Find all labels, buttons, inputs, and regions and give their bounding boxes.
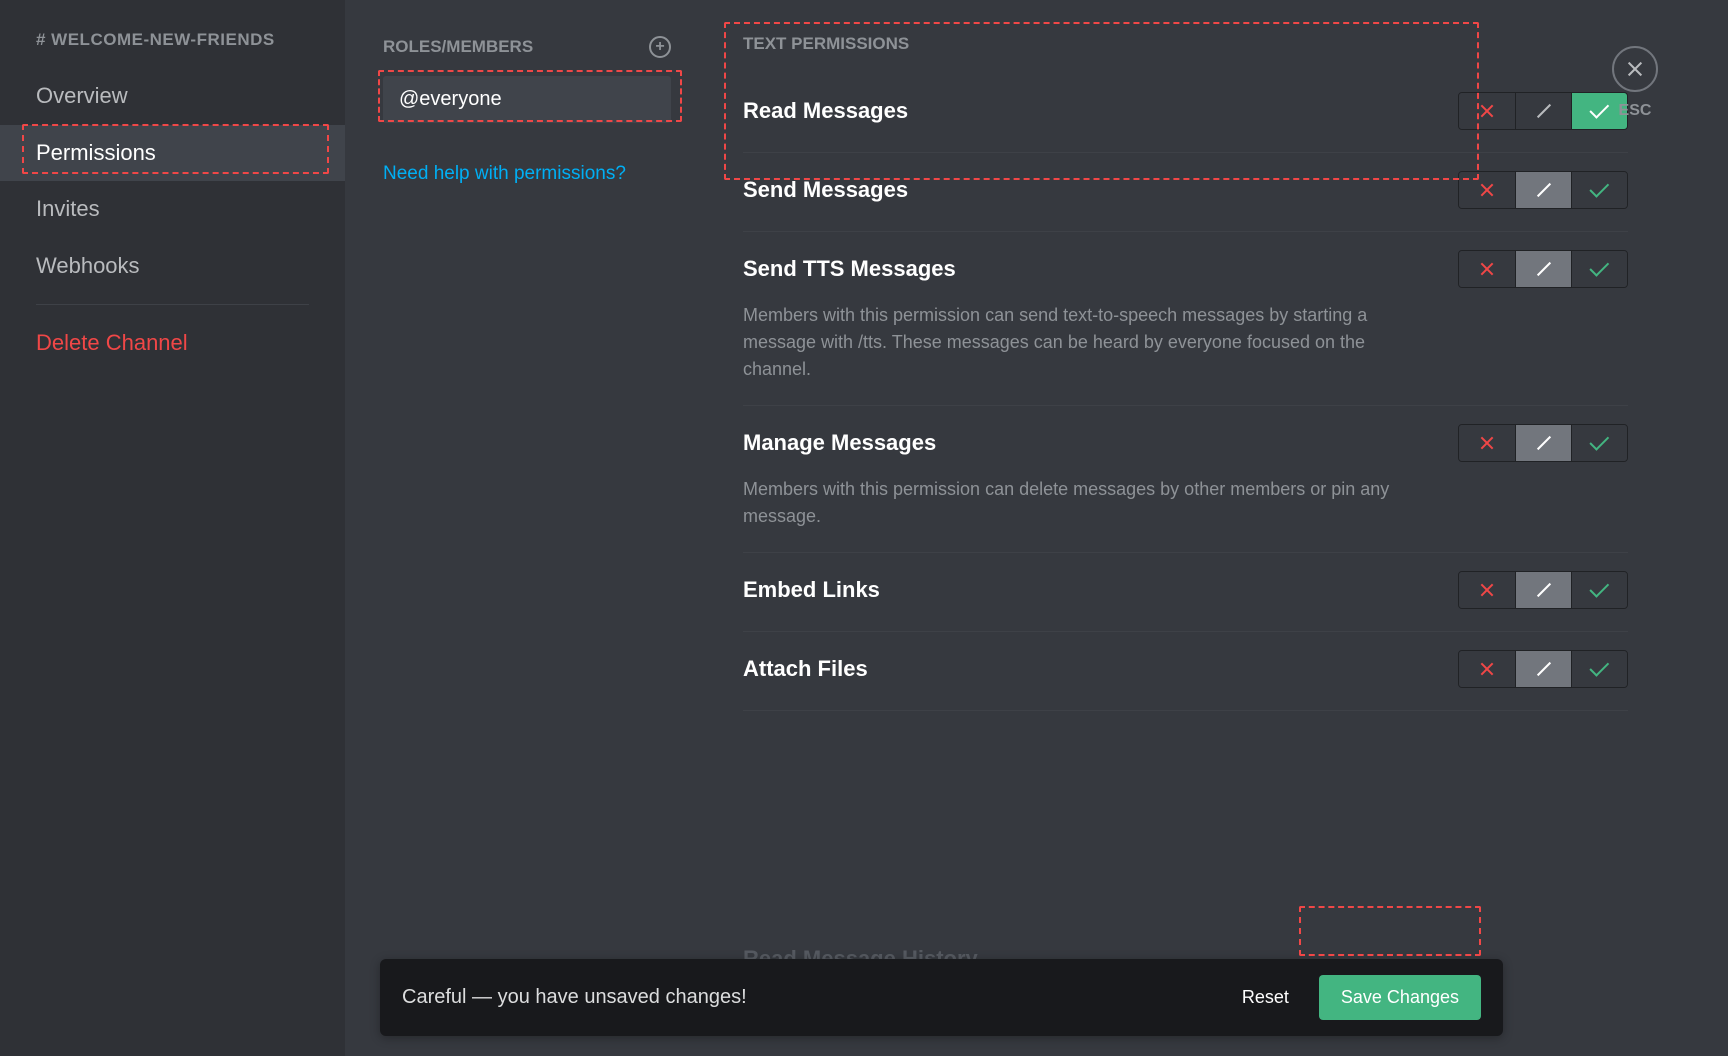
reset-button[interactable]: Reset: [1242, 987, 1289, 1008]
x-icon: [1479, 661, 1495, 677]
slash-icon: [1536, 436, 1550, 450]
permissions-help-link[interactable]: Need help with permissions?: [383, 163, 671, 185]
x-icon: [1479, 582, 1495, 598]
check-icon: [1589, 431, 1609, 451]
permission-row-read-messages: Read Messages: [743, 74, 1628, 153]
permissions-panel: TEXT PERMISSIONS Read Messages Send Mess…: [695, 0, 1728, 1056]
permission-toggle: [1458, 650, 1628, 688]
allow-button[interactable]: [1571, 172, 1627, 208]
permission-row-attach-files: Attach Files: [743, 632, 1628, 711]
neutral-button[interactable]: [1515, 93, 1571, 129]
sidebar-item-overview[interactable]: Overview: [0, 68, 345, 125]
neutral-button[interactable]: [1515, 251, 1571, 287]
slash-icon: [1536, 183, 1550, 197]
unsaved-message: Careful — you have unsaved changes!: [402, 986, 747, 1009]
slash-icon: [1536, 583, 1550, 597]
close-icon: [1625, 59, 1645, 79]
roles-header-label: ROLES/MEMBERS: [383, 37, 533, 57]
permission-row-send-tts: Send TTS Messages Members with this perm…: [743, 232, 1628, 406]
permission-toggle: [1458, 424, 1628, 462]
settings-sidebar: # WELCOME-NEW-FRIENDS Overview Permissio…: [0, 0, 345, 1056]
check-icon: [1589, 99, 1609, 119]
save-changes-button[interactable]: Save Changes: [1319, 975, 1481, 1020]
slash-icon: [1536, 104, 1550, 118]
neutral-button[interactable]: [1515, 572, 1571, 608]
x-icon: [1479, 182, 1495, 198]
permission-title: Manage Messages: [743, 430, 936, 456]
add-role-icon[interactable]: +: [649, 36, 671, 58]
permission-description: Members with this permission can send te…: [743, 302, 1423, 383]
permission-toggle: [1458, 250, 1628, 288]
permission-title: Read Messages: [743, 98, 908, 124]
text-permissions-header: TEXT PERMISSIONS: [743, 34, 1628, 54]
roles-column: ROLES/MEMBERS + @everyone Need help with…: [345, 0, 695, 1056]
sidebar-item-webhooks[interactable]: Webhooks: [0, 238, 345, 295]
neutral-button[interactable]: [1515, 172, 1571, 208]
neutral-button[interactable]: [1515, 425, 1571, 461]
permission-title: Send Messages: [743, 177, 908, 203]
sidebar-item-permissions[interactable]: Permissions: [0, 125, 345, 182]
close-settings: ESC: [1612, 46, 1658, 120]
deny-button[interactable]: [1459, 572, 1515, 608]
allow-button[interactable]: [1571, 651, 1627, 687]
x-icon: [1479, 435, 1495, 451]
deny-button[interactable]: [1459, 651, 1515, 687]
channel-name-header: # WELCOME-NEW-FRIENDS: [0, 30, 345, 68]
neutral-button[interactable]: [1515, 651, 1571, 687]
x-icon: [1479, 103, 1495, 119]
permission-description: Members with this permission can delete …: [743, 476, 1423, 530]
deny-button[interactable]: [1459, 172, 1515, 208]
permission-title: Embed Links: [743, 577, 880, 603]
close-button[interactable]: [1612, 46, 1658, 92]
sidebar-item-invites[interactable]: Invites: [0, 181, 345, 238]
slash-icon: [1536, 262, 1550, 276]
permission-title: Send TTS Messages: [743, 256, 956, 282]
roles-header: ROLES/MEMBERS +: [383, 36, 671, 58]
permission-title: Attach Files: [743, 656, 868, 682]
allow-button[interactable]: [1571, 251, 1627, 287]
deny-button[interactable]: [1459, 425, 1515, 461]
permission-row-send-messages: Send Messages: [743, 153, 1628, 232]
deny-button[interactable]: [1459, 251, 1515, 287]
permission-toggle: [1458, 171, 1628, 209]
allow-button[interactable]: [1571, 572, 1627, 608]
esc-label: ESC: [1612, 102, 1658, 120]
role-item-everyone[interactable]: @everyone: [383, 76, 671, 123]
check-icon: [1589, 657, 1609, 677]
allow-button[interactable]: [1571, 425, 1627, 461]
delete-channel-button[interactable]: Delete Channel: [0, 315, 345, 372]
permission-row-manage-messages: Manage Messages Members with this permis…: [743, 406, 1628, 553]
x-icon: [1479, 261, 1495, 277]
unsaved-changes-bar: Careful — you have unsaved changes! Rese…: [380, 959, 1503, 1036]
check-icon: [1589, 178, 1609, 198]
permission-row-embed-links: Embed Links: [743, 553, 1628, 632]
check-icon: [1589, 578, 1609, 598]
slash-icon: [1536, 662, 1550, 676]
permission-toggle: [1458, 571, 1628, 609]
deny-button[interactable]: [1459, 93, 1515, 129]
sidebar-divider: [36, 304, 309, 305]
check-icon: [1589, 257, 1609, 277]
permission-toggle: [1458, 92, 1628, 130]
